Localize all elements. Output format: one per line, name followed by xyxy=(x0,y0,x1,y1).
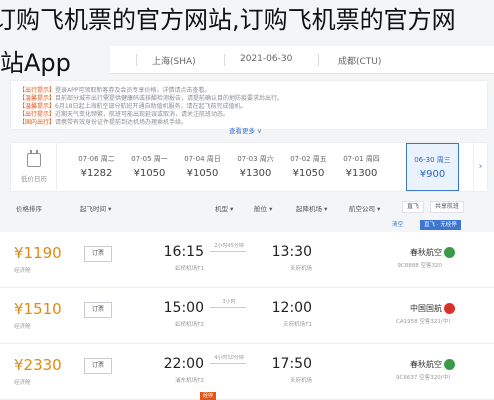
page-title: 订购飞机票的官方网站,订购飞机票的官方网 xyxy=(0,6,456,34)
date-option[interactable]: 07-04 周日 ¥1050 xyxy=(176,143,229,191)
arrival-time: 16:15 xyxy=(163,244,204,260)
view-more-link[interactable]: 查看更多 ∨ xyxy=(229,125,262,135)
chip-shared[interactable]: 共享航班 xyxy=(430,201,465,213)
notice-line: 【国内出行】请携带有效身份证件提前到达机场办理乘机手续。 xyxy=(19,119,188,126)
filter-cabin[interactable]: 舱位 ▾ xyxy=(254,203,272,213)
flight-duration: 2小时45分钟 xyxy=(214,243,244,249)
date-option[interactable]: 07-06 周二 ¥1282 xyxy=(70,143,123,191)
flight-row[interactable]: 春秋航空 9C8888 空客320 13:30 天府机场 2小时45分钟 16:… xyxy=(0,232,494,288)
date-option[interactable]: 07-01 周四 ¥1300 xyxy=(335,143,388,191)
filter-airline[interactable]: 航空公司 ▾ xyxy=(349,203,380,213)
departure-airport: 天府机场 xyxy=(289,266,312,272)
stopover-badge: 经停 xyxy=(200,392,217,400)
airline-name: 春秋航空 xyxy=(410,248,442,257)
arrival-time: 15:00 xyxy=(163,300,204,316)
spring-airlines-logo-icon xyxy=(444,359,455,370)
clear-options-link[interactable]: 清空 xyxy=(392,220,403,230)
page-title-continued: 站App xyxy=(0,49,71,77)
price: ¥1510 xyxy=(14,300,62,318)
price: ¥2330 xyxy=(14,356,62,374)
departure-airport: 天府机场 xyxy=(289,378,312,384)
flight-duration: 4小时10分钟 xyxy=(214,355,244,361)
flight-row[interactable]: 中国国航 CA1958 空客321(中) 12:00 天府机场T1 3小时 15… xyxy=(0,288,494,344)
flight-row[interactable]: 春秋航空 9C6637 空客320(中) 17:50 天府机场 4小时10分钟 … xyxy=(0,344,494,400)
arrival-airport: 浦东机场T2 xyxy=(175,378,204,384)
filter-row: 价格排序 起飞时间 ▾ 机型 ▾ 舱位 ▾ 起降机场 ▾ 航空公司 ▾ 直飞 共… xyxy=(10,198,488,218)
arrival-airport: 虹桥机场T2 xyxy=(175,322,204,328)
low-price-calendar-button[interactable]: 低价日历 xyxy=(11,143,57,191)
cabin-class: 经济舱 xyxy=(14,380,31,386)
active-option-chip[interactable]: 直飞 · 无经停 xyxy=(420,220,461,230)
flight-number: 9C8888 空客320 xyxy=(397,263,442,269)
calendar-icon xyxy=(27,150,41,167)
book-button[interactable]: 订票 xyxy=(84,246,112,262)
date-option[interactable]: 07-03 周六 ¥1300 xyxy=(229,143,282,191)
departure-time: 17:50 xyxy=(271,356,312,372)
flight-duration: 3小时 xyxy=(222,299,236,305)
spring-airlines-logo-icon xyxy=(444,247,455,258)
chevron-right-icon[interactable]: › xyxy=(473,143,487,191)
travel-notice-panel: 【出行提示】登录APP可领取新客券及会员专享价格，详情请点击查看。 【温馨提示】… xyxy=(10,80,488,135)
departure-airport: 天府机场T1 xyxy=(283,322,312,328)
page-title-overlay: 订购飞机票的官方网站,订购飞机票的官方网 站App xyxy=(0,0,494,80)
book-button[interactable]: 订票 xyxy=(84,358,112,374)
date-option[interactable]: 07-02 周五 ¥1050 xyxy=(282,143,335,191)
date-option-selected[interactable]: 06-30 周三 ¥900 xyxy=(406,143,459,191)
route-line xyxy=(210,363,246,364)
cabin-class: 经济舱 xyxy=(14,268,31,274)
cabin-class: 经济舱 xyxy=(14,324,31,330)
airline-name: 中国国航 xyxy=(410,304,442,313)
flight-number: CA1958 空客321(中) xyxy=(396,319,451,325)
route-line xyxy=(210,251,246,252)
departure-time: 12:00 xyxy=(271,300,312,316)
filter-type[interactable]: 机型 ▾ xyxy=(215,203,233,213)
airline-name: 春秋航空 xyxy=(410,360,442,369)
flight-number: 9C6637 空客320(中) xyxy=(396,375,451,381)
sort-by-price[interactable]: 价格排序 xyxy=(16,203,42,213)
filter-airport[interactable]: 起降机场 ▾ xyxy=(296,203,327,213)
price: ¥1190 xyxy=(14,244,62,262)
flight-list: 春秋航空 9C8888 空客320 13:30 天府机场 2小时45分钟 16:… xyxy=(0,232,494,400)
chip-direct[interactable]: 直飞 xyxy=(402,201,425,213)
arrival-time: 22:00 xyxy=(163,356,204,372)
low-price-date-strip: 低价日历 07-06 周二 ¥1282 07-05 周一 ¥1050 07-04 周… xyxy=(10,142,488,192)
route-line xyxy=(210,307,246,308)
arrival-airport: 虹桥机场T1 xyxy=(175,266,204,272)
date-option[interactable]: 07-05 周一 ¥1050 xyxy=(123,143,176,191)
active-options-row: 直飞 · 无经停 清空 xyxy=(10,218,488,230)
filter-time[interactable]: 起飞时间 ▾ xyxy=(80,203,111,213)
departure-time: 13:30 xyxy=(271,244,312,260)
book-button[interactable]: 订票 xyxy=(84,302,112,318)
calendar-label: 低价日历 xyxy=(21,175,47,183)
air-china-logo-icon xyxy=(444,303,455,314)
